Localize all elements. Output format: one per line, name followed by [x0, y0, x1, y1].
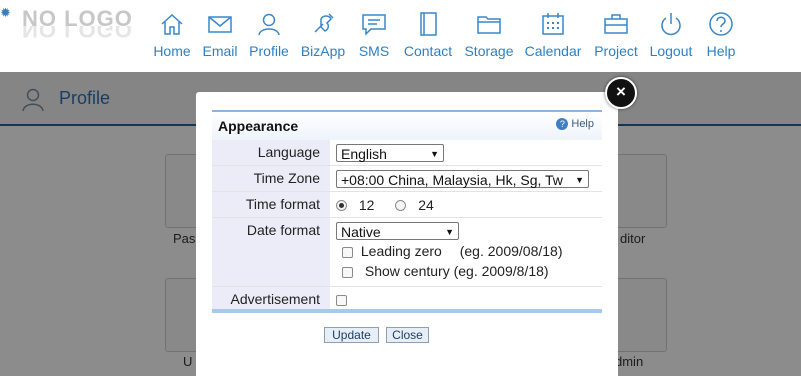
row-date-format: Date format Native ▼ Leading zero (eg. 2… — [212, 217, 602, 287]
appearance-dialog: Appearance ? Help Language English ▼ Time… — [196, 92, 618, 392]
nav-home[interactable]: Home — [153, 10, 191, 66]
contact-icon — [414, 10, 442, 38]
nav-profile-label: Profile — [249, 43, 289, 59]
update-button[interactable]: Update — [324, 327, 379, 343]
nav-sms-label: SMS — [358, 43, 390, 59]
time-format-24-label: 24 — [418, 196, 434, 213]
nav-logout-label: Logout — [649, 43, 693, 59]
nav-sms[interactable]: SMS — [356, 10, 392, 66]
nav-email-label: Email — [202, 43, 238, 59]
row-language: Language English ▼ — [212, 140, 602, 166]
nav-help-label: Help — [706, 43, 736, 59]
storage-icon — [475, 10, 503, 38]
language-label: Language — [257, 144, 320, 160]
row-time-zone: Time Zone +08:00 China, Malaysia, Hk, Sg… — [212, 165, 602, 192]
dropdown-arrow-icon: ▼ — [445, 227, 454, 237]
nav-bizapp[interactable]: BizApp — [299, 10, 347, 66]
email-icon — [206, 10, 234, 38]
row-time-format: Time format 12 24 — [212, 191, 602, 218]
date-format-select[interactable]: Native ▼ — [336, 222, 459, 240]
nav-contact-label: Contact — [403, 43, 453, 59]
leading-zero-label: Leading zero — [360, 243, 442, 259]
advertisement-checkbox[interactable] — [336, 294, 347, 306]
help-icon — [707, 10, 735, 38]
show-century-checkbox[interactable] — [342, 266, 353, 278]
logout-icon — [657, 10, 685, 38]
row-advertisement: Advertisement — [212, 286, 602, 312]
home-icon — [158, 10, 186, 38]
logo: ✹ NO LOGO NO LOGO — [0, 4, 140, 40]
nav-project[interactable]: Project — [592, 10, 640, 66]
logo-star-icon: ✹ — [0, 5, 11, 20]
help-link-label: Help — [571, 118, 594, 130]
time-zone-select-value: +08:00 China, Malaysia, Hk, Sg, Tw — [341, 171, 563, 188]
top-navigation-bar: ✹ NO LOGO NO LOGO Home Email Profile Biz… — [0, 0, 801, 72]
nav-bizapp-label: BizApp — [300, 43, 346, 59]
dropdown-arrow-icon: ▼ — [430, 148, 439, 159]
help-link[interactable]: ? Help — [556, 118, 594, 131]
nav-calendar-label: Calendar — [524, 43, 582, 59]
bizapp-icon — [309, 10, 337, 38]
nav-project-label: Project — [594, 43, 638, 59]
nav-storage[interactable]: Storage — [463, 10, 515, 66]
sms-icon — [360, 10, 388, 38]
show-century-label: Show century (eg. 2009/8/18) — [364, 263, 549, 279]
help-question-icon: ? — [556, 118, 569, 131]
panel-title: Appearance — [218, 118, 299, 134]
logo-reflection: NO LOGO — [22, 26, 133, 40]
time-format-12-radio[interactable] — [336, 200, 347, 212]
panel-header: Appearance ? Help — [212, 110, 602, 140]
date-format-label: Date format — [246, 222, 320, 238]
time-format-24-radio[interactable] — [395, 200, 407, 212]
panel-footer-bar — [212, 309, 602, 313]
nav-storage-label: Storage — [464, 43, 514, 59]
time-zone-label: Time Zone — [253, 170, 320, 186]
profile-icon — [255, 10, 283, 38]
dropdown-arrow-icon: ▼ — [575, 174, 584, 185]
leading-zero-example: (eg. 2009/08/18) — [459, 243, 563, 259]
date-format-select-value: Native — [341, 224, 381, 240]
nav-home-label: Home — [153, 43, 191, 59]
advertisement-label: Advertisement — [230, 291, 320, 307]
time-format-12-label: 12 — [358, 196, 375, 213]
nav-logout[interactable]: Logout — [648, 10, 694, 66]
nav-calendar[interactable]: Calendar — [523, 10, 583, 66]
nav-help[interactable]: Help — [703, 10, 739, 66]
calendar-icon — [539, 10, 567, 38]
nav-contact[interactable]: Contact — [401, 10, 455, 66]
language-select-value: English — [341, 145, 387, 162]
leading-zero-checkbox[interactable] — [342, 246, 353, 258]
appearance-form: Language English ▼ Time Zone +08:00 Chin… — [212, 140, 602, 312]
close-button[interactable]: Close — [386, 327, 429, 343]
time-zone-select[interactable]: +08:00 China, Malaysia, Hk, Sg, Tw ▼ — [336, 169, 589, 188]
time-format-label: Time format — [245, 196, 320, 212]
nav-profile[interactable]: Profile — [248, 10, 290, 66]
dialog-close-icon[interactable]: × — [605, 77, 637, 109]
project-icon — [602, 10, 630, 38]
nav-email[interactable]: Email — [201, 10, 239, 66]
language-select[interactable]: English ▼ — [336, 143, 444, 162]
